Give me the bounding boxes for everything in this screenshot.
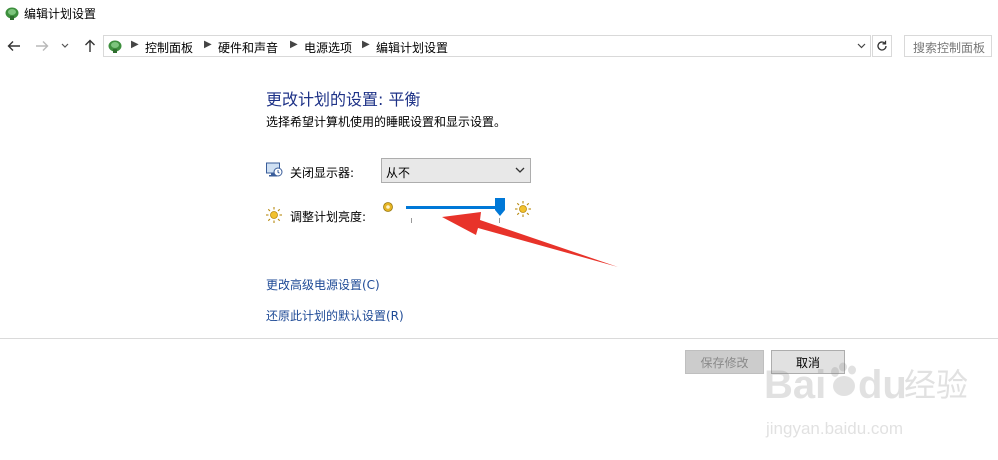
- address-dropdown-button[interactable]: [854, 38, 868, 54]
- svg-text:jingyan.baidu.com: jingyan.baidu.com: [765, 419, 903, 438]
- refresh-button[interactable]: [872, 35, 892, 57]
- search-input[interactable]: 搜索控制面板: [904, 35, 992, 57]
- divider: [0, 338, 998, 339]
- dim-brightness-icon: [383, 202, 393, 212]
- breadcrumb-separator-icon: ▶: [290, 39, 298, 50]
- svg-text:du: du: [858, 363, 907, 407]
- breadcrumb-edit-plan[interactable]: 编辑计划设置: [376, 39, 448, 56]
- chevron-down-icon: [857, 43, 865, 49]
- page-subtitle: 选择希望计算机使用的睡眠设置和显示设置。: [266, 115, 507, 129]
- breadcrumb-separator-icon: ▶: [131, 39, 139, 50]
- annotation-arrow: [442, 212, 618, 267]
- display-off-select[interactable]: 从不: [381, 158, 531, 183]
- save-changes-button[interactable]: 保存修改: [685, 350, 764, 374]
- restore-defaults-link[interactable]: 还原此计划的默认设置(R): [266, 307, 404, 324]
- advanced-power-settings-link[interactable]: 更改高级电源设置(C): [266, 276, 380, 293]
- arrow-left-icon: [7, 41, 20, 51]
- display-off-label: 关闭显示器:: [290, 166, 355, 180]
- brightness-icon: [266, 207, 282, 223]
- breadcrumb-separator-icon: ▶: [362, 39, 370, 50]
- breadcrumb-separator-icon: ▶: [204, 39, 212, 50]
- back-button[interactable]: [4, 36, 24, 56]
- svg-text:经验: 经验: [904, 366, 968, 404]
- baidu-jingyan-watermark: Bai du 经验 jingyan.baidu.com: [764, 362, 968, 438]
- up-button[interactable]: [80, 36, 100, 56]
- refresh-icon: [877, 40, 887, 51]
- display-off-value: 从不: [386, 166, 411, 180]
- forward-button[interactable]: [32, 36, 52, 56]
- monitor-icon: [266, 162, 283, 177]
- svg-text:Bai: Bai: [764, 363, 826, 407]
- slider-tick: [411, 218, 412, 223]
- chevron-down-icon: [515, 167, 525, 173]
- arrow-up-icon: [85, 39, 95, 52]
- title-bar: 编辑计划设置: [0, 0, 998, 26]
- power-options-icon: [5, 7, 19, 20]
- breadcrumb-control-panel[interactable]: 控制面板: [145, 39, 193, 56]
- chevron-down-icon: [61, 43, 69, 48]
- window-title: 编辑计划设置: [24, 7, 97, 21]
- breadcrumb-power-options[interactable]: 电源选项: [304, 39, 352, 56]
- breadcrumb-hardware-sound[interactable]: 硬件和声音: [218, 39, 278, 56]
- arrow-right-icon: [36, 41, 49, 51]
- address-bar[interactable]: ▶ 控制面板 ▶ 硬件和声音 ▶ 电源选项 ▶ 编辑计划设置: [103, 35, 871, 57]
- power-options-icon: [108, 40, 122, 53]
- recent-locations-button[interactable]: [58, 36, 72, 56]
- page-title: 更改计划的设置: 平衡: [266, 90, 421, 109]
- brightness-label: 调整计划亮度:: [290, 210, 367, 224]
